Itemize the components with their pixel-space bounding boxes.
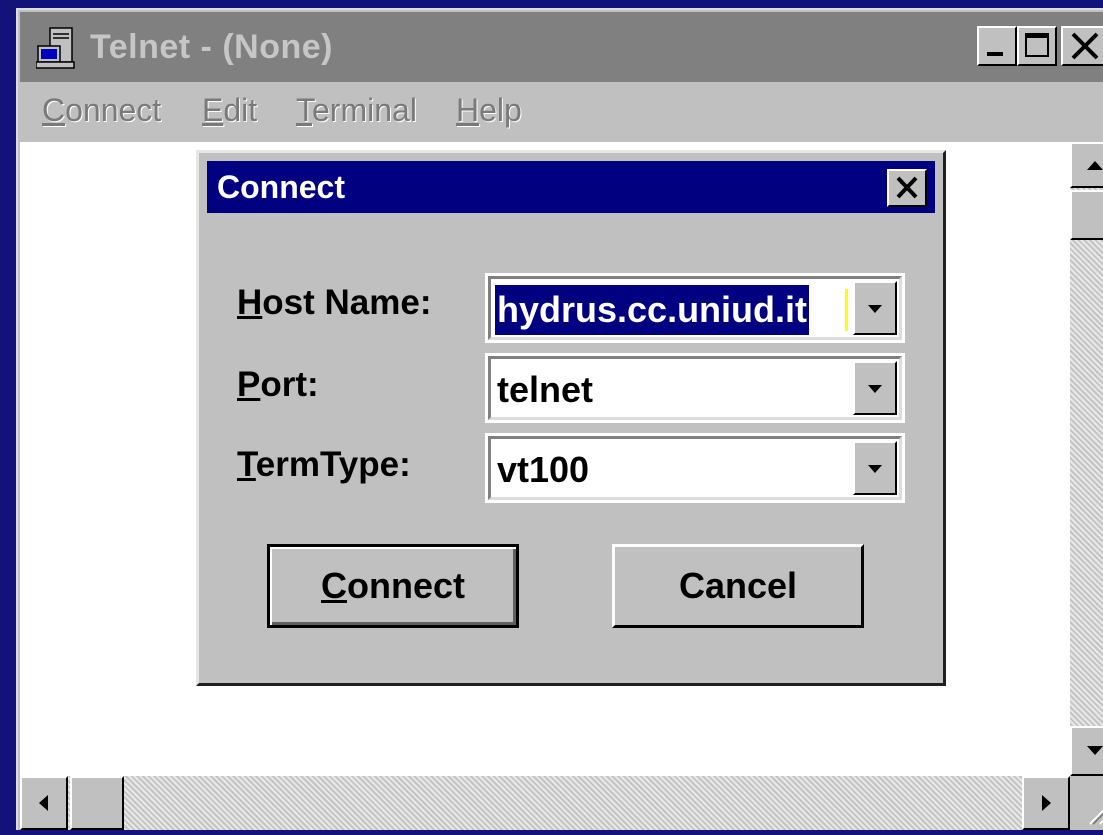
text-caret bbox=[845, 289, 848, 331]
horizontal-scrollbar[interactable] bbox=[20, 776, 1070, 830]
menu-edit[interactable]: Edit bbox=[202, 92, 257, 129]
dialog-close-button[interactable] bbox=[887, 169, 927, 207]
port-label: Port: bbox=[237, 365, 319, 404]
arrow-left-icon bbox=[39, 795, 48, 811]
size-grip-icon bbox=[1089, 809, 1103, 825]
scroll-up-button[interactable] bbox=[1070, 142, 1103, 188]
window-title: Telnet - (None) bbox=[90, 28, 333, 66]
arrow-right-icon bbox=[1042, 795, 1051, 811]
arrow-up-icon bbox=[1087, 161, 1103, 170]
horizontal-scroll-thumb[interactable] bbox=[70, 776, 124, 830]
maximize-icon bbox=[1025, 33, 1049, 57]
port-value[interactable]: telnet bbox=[495, 365, 595, 415]
scroll-right-button[interactable] bbox=[1022, 776, 1070, 830]
telnet-terminal-icon bbox=[36, 27, 75, 69]
arrow-down-icon bbox=[1087, 746, 1103, 755]
chevron-down-icon bbox=[868, 385, 882, 393]
dialog-title: Connect bbox=[217, 169, 345, 205]
connect-button[interactable]: Connect bbox=[267, 544, 519, 628]
termtype-dropdown-button[interactable] bbox=[853, 441, 897, 495]
host-name-label: Host Name: bbox=[237, 283, 432, 322]
chevron-down-icon bbox=[868, 465, 882, 473]
menu-terminal[interactable]: Terminal bbox=[296, 92, 417, 129]
resize-grip[interactable] bbox=[1070, 776, 1103, 830]
port-combobox[interactable]: telnet bbox=[485, 353, 905, 423]
close-icon bbox=[1071, 32, 1099, 60]
menu-bar: Connect Edit Terminal Help bbox=[20, 82, 1103, 142]
chevron-down-icon bbox=[868, 305, 882, 313]
cancel-button[interactable]: Cancel bbox=[612, 544, 864, 628]
menu-help[interactable]: Help bbox=[456, 92, 522, 129]
scroll-left-button[interactable] bbox=[20, 776, 68, 830]
minimize-button[interactable] bbox=[977, 26, 1017, 66]
scroll-down-button[interactable] bbox=[1070, 726, 1103, 776]
window-titlebar[interactable]: Telnet - (None) bbox=[20, 12, 1103, 82]
termtype-combobox[interactable]: vt100 bbox=[485, 433, 905, 503]
close-icon bbox=[896, 176, 918, 199]
host-name-value[interactable]: hydrus.cc.uniud.it bbox=[495, 285, 810, 335]
termtype-label: TermType: bbox=[237, 445, 411, 484]
minimize-icon bbox=[987, 52, 1003, 56]
close-window-button[interactable] bbox=[1061, 26, 1103, 66]
vertical-scrollbar[interactable] bbox=[1070, 142, 1103, 776]
vertical-scroll-thumb[interactable] bbox=[1070, 190, 1103, 240]
termtype-value[interactable]: vt100 bbox=[495, 445, 591, 495]
menu-connect[interactable]: Connect bbox=[42, 92, 161, 129]
host-name-dropdown-button[interactable] bbox=[853, 281, 897, 335]
maximize-button[interactable] bbox=[1017, 26, 1057, 66]
port-dropdown-button[interactable] bbox=[853, 361, 897, 415]
dialog-titlebar[interactable]: Connect bbox=[207, 161, 935, 213]
host-name-combobox[interactable]: hydrus.cc.uniud.it bbox=[485, 273, 905, 343]
